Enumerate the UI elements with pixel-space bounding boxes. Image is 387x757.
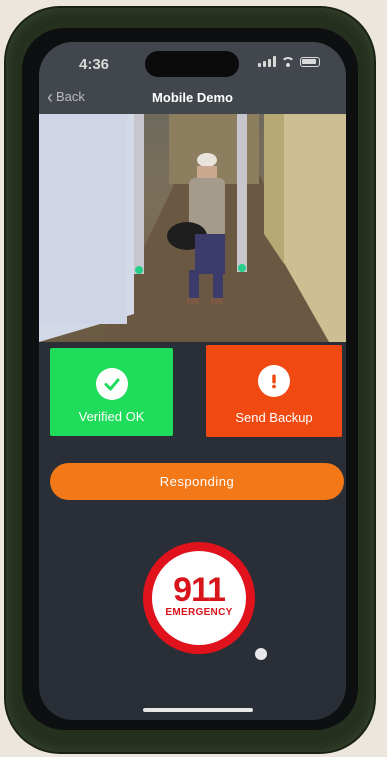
home-indicator[interactable] <box>143 708 253 712</box>
status-icons <box>258 56 320 67</box>
signal-icon <box>258 56 276 67</box>
phone-screen: 4:36 ‹ Back Mobile Demo Verified OK Send… <box>39 42 346 720</box>
send-backup-button[interactable]: Send Backup <box>206 345 342 437</box>
checkmark-icon <box>95 368 128 400</box>
camera-feed <box>39 114 346 342</box>
dynamic-island <box>145 51 239 77</box>
emergency-number: 911 <box>173 571 226 609</box>
wifi-icon <box>281 56 295 67</box>
page-title: Mobile Demo <box>152 90 233 105</box>
exclamation-icon <box>258 365 290 397</box>
status-time: 4:36 <box>79 56 110 73</box>
assistive-touch-dot[interactable] <box>255 648 267 660</box>
battery-icon <box>300 56 320 67</box>
verified-ok-label: Verified OK <box>78 409 145 424</box>
camera-feed-image <box>39 114 346 342</box>
send-backup-label: Send Backup <box>235 410 313 425</box>
emergency-label: EMERGENCY <box>165 607 233 618</box>
responding-button[interactable]: Responding <box>50 463 344 500</box>
emergency-911-button[interactable]: 911 EMERGENCY <box>143 542 255 654</box>
nav-bar: ‹ Back Mobile Demo <box>39 82 346 114</box>
verified-ok-button[interactable]: Verified OK <box>50 348 173 436</box>
status-bar: 4:36 <box>39 42 346 82</box>
